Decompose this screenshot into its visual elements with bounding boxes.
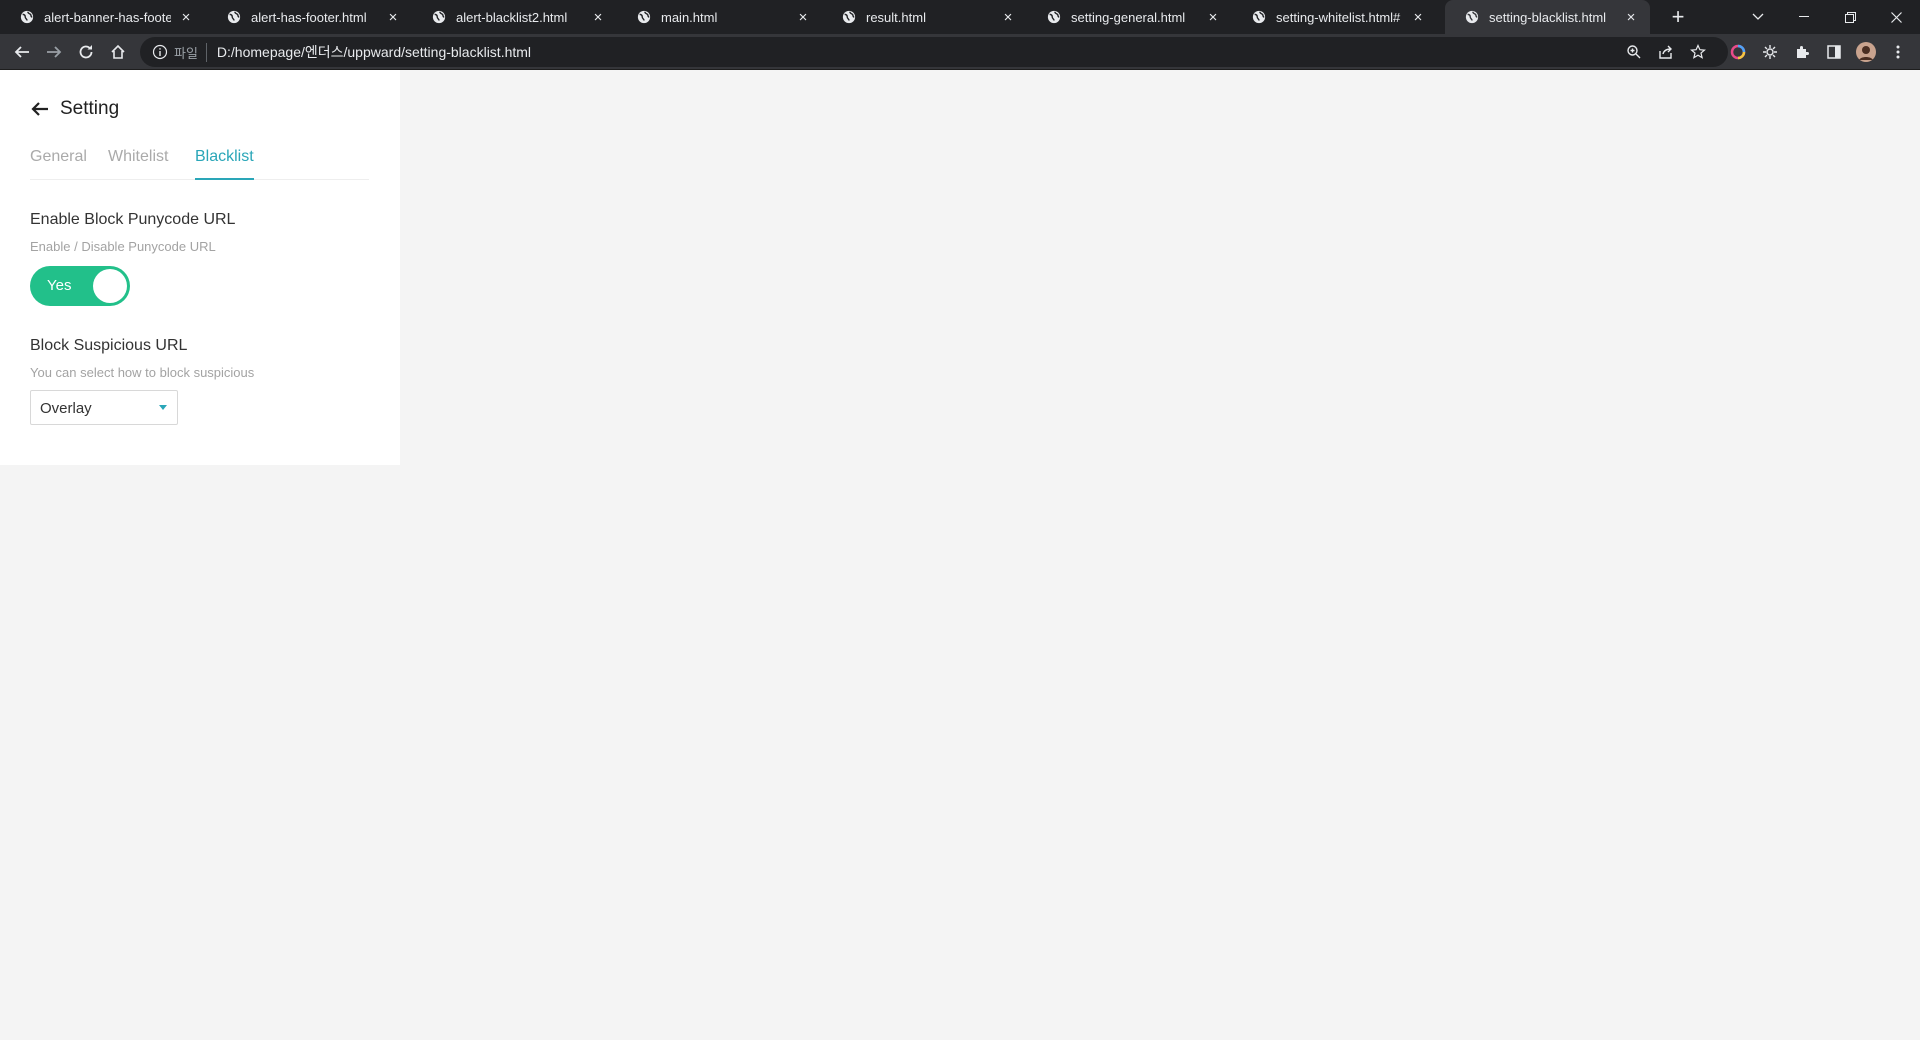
- globe-icon: [637, 10, 651, 24]
- suspicious-title: Block Suspicious URL: [30, 337, 188, 354]
- tab-close-icon[interactable]: ×: [1409, 9, 1427, 26]
- zoom-icon[interactable]: [1624, 42, 1644, 62]
- tab-title: setting-whitelist.html#: [1276, 9, 1401, 25]
- close-window-icon[interactable]: [1873, 0, 1919, 34]
- tab-close-icon[interactable]: ×: [589, 9, 607, 26]
- tab-title: main.html: [661, 9, 718, 25]
- url-text[interactable]: D:/homepage/엔더스/uppward/setting-blacklis…: [217, 42, 531, 62]
- settings-panel: Setting General Whitelist Blacklist Enab…: [0, 70, 400, 465]
- browser-tab-active[interactable]: setting-blacklist.html ×: [1445, 0, 1650, 34]
- tab-close-icon[interactable]: ×: [1204, 9, 1222, 26]
- tab-whitelist[interactable]: Whitelist: [108, 148, 168, 180]
- tab-general[interactable]: General: [30, 148, 87, 180]
- address-bar[interactable]: 파일 D:/homepage/엔더스/uppward/setting-black…: [140, 37, 1728, 67]
- tab-title: setting-general.html: [1071, 9, 1186, 25]
- forward-icon[interactable]: [40, 38, 68, 66]
- puzzle-icon[interactable]: [1792, 42, 1812, 62]
- toggle-knob: [93, 269, 127, 303]
- browser-tab[interactable]: alert-has-footer.html ×: [207, 0, 412, 34]
- browser-tab[interactable]: alert-blacklist2.html ×: [412, 0, 617, 34]
- tab-search-icon[interactable]: [1735, 0, 1781, 34]
- tab-close-icon[interactable]: ×: [384, 9, 402, 26]
- punycode-toggle[interactable]: Yes: [30, 266, 130, 306]
- globe-icon: [1047, 10, 1061, 24]
- page-title: Setting: [60, 98, 120, 119]
- globe-icon: [20, 10, 34, 24]
- sidepanel-icon[interactable]: [1824, 42, 1844, 62]
- back-icon[interactable]: [8, 38, 36, 66]
- restore-icon[interactable]: [1827, 0, 1873, 34]
- caret-down-icon: [159, 405, 167, 410]
- block-mode-select[interactable]: Overlay: [30, 390, 178, 425]
- globe-icon: [432, 10, 446, 24]
- tab-title: alert-has-footer.html: [251, 9, 367, 25]
- tab-title: result.html: [866, 9, 926, 25]
- tab-close-icon[interactable]: ×: [794, 9, 812, 26]
- home-icon[interactable]: [104, 38, 132, 66]
- profile-avatar[interactable]: [1856, 42, 1876, 62]
- extension-gear-icon[interactable]: [1760, 42, 1780, 62]
- browser-tab[interactable]: alert-banner-has-footer.html ×: [0, 0, 205, 34]
- tab-title: setting-blacklist.html: [1489, 9, 1607, 25]
- page-header: Setting: [30, 98, 119, 120]
- back-arrow-icon[interactable]: [30, 99, 50, 119]
- select-value: Overlay: [40, 400, 92, 417]
- settings-tabs: General Whitelist Blacklist: [30, 148, 369, 180]
- tab-blacklist[interactable]: Blacklist: [195, 148, 254, 180]
- tab-close-icon[interactable]: ×: [1622, 9, 1640, 26]
- reload-icon[interactable]: [72, 38, 100, 66]
- browser-tab[interactable]: main.html ×: [617, 0, 822, 34]
- tab-close-icon[interactable]: ×: [999, 9, 1017, 26]
- tab-title: alert-banner-has-footer.html: [44, 9, 171, 25]
- tab-title: alert-blacklist2.html: [456, 9, 568, 25]
- punycode-title: Enable Block Punycode URL: [30, 211, 236, 228]
- browser-tab-strip: alert-banner-has-footer.html × alert-has…: [0, 0, 1920, 34]
- globe-icon: [842, 10, 856, 24]
- new-tab-button[interactable]: +: [1664, 3, 1692, 31]
- browser-tab[interactable]: setting-general.html ×: [1027, 0, 1232, 34]
- minimize-icon[interactable]: [1781, 0, 1827, 34]
- info-icon[interactable]: [152, 44, 168, 60]
- menu-icon[interactable]: [1888, 42, 1908, 62]
- tab-close-icon[interactable]: ×: [177, 9, 195, 26]
- globe-icon: [1252, 10, 1266, 24]
- extension-color-icon[interactable]: [1728, 42, 1748, 62]
- globe-icon: [1465, 10, 1479, 24]
- share-icon[interactable]: [1656, 42, 1676, 62]
- punycode-description: Enable / Disable Punycode URL: [30, 239, 216, 254]
- suspicious-description: You can select how to block suspicious: [30, 365, 255, 380]
- toggle-label: Yes: [47, 277, 72, 294]
- browser-tab[interactable]: result.html ×: [822, 0, 1027, 34]
- browser-tab[interactable]: setting-whitelist.html# ×: [1232, 0, 1437, 34]
- scheme-label: 파일: [174, 42, 207, 62]
- browser-toolbar: 파일 D:/homepage/엔더스/uppward/setting-black…: [0, 34, 1920, 70]
- star-icon[interactable]: [1688, 42, 1708, 62]
- globe-icon: [227, 10, 241, 24]
